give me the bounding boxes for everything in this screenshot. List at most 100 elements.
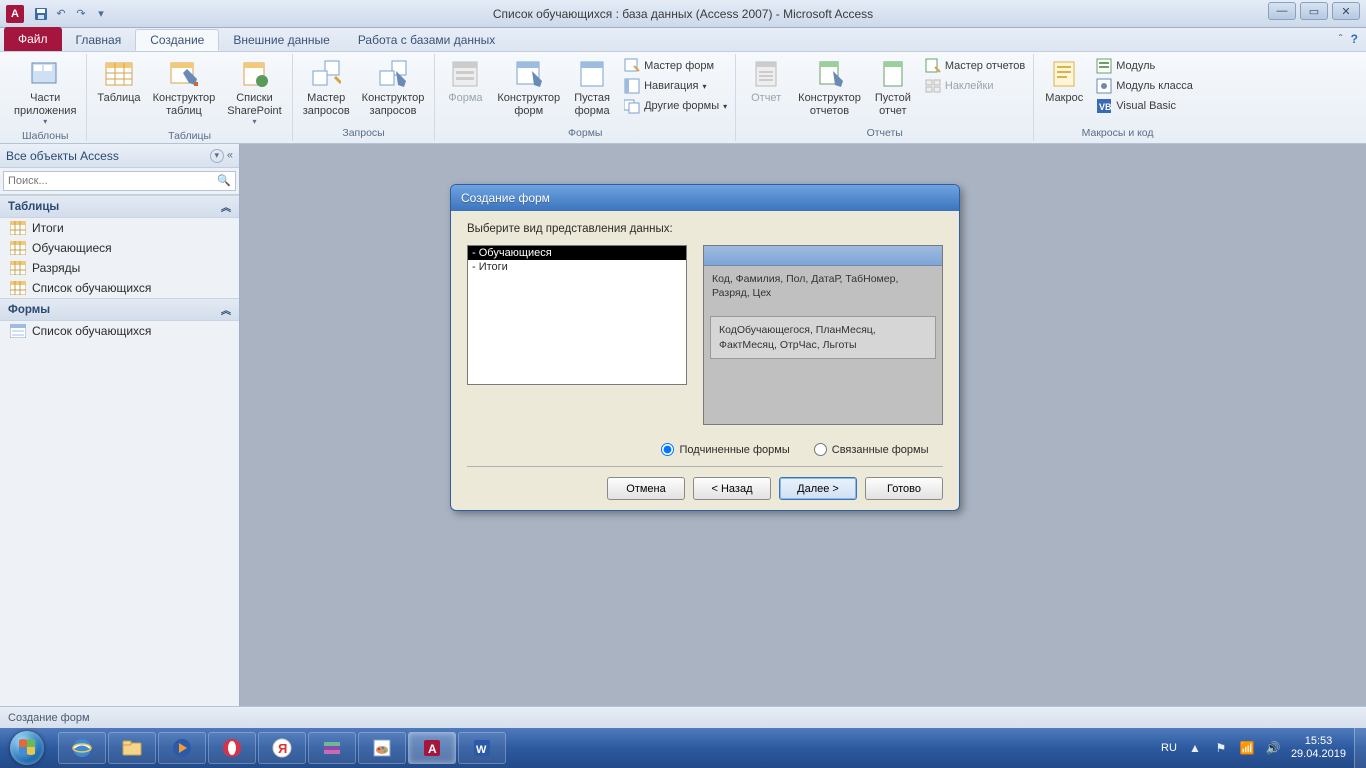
form-wizard-button[interactable]: Мастер форм [622,56,729,76]
tray-lang[interactable]: RU [1161,742,1177,754]
form-design-button[interactable]: Конструктор форм [493,56,564,125]
sharepoint-icon [239,58,271,90]
layout-preview: Код, Фамилия, Пол, ДатаР, ТабНомер, Разр… [703,245,943,425]
labels-button[interactable]: Наклейки [923,76,1027,96]
navigation-icon [624,78,640,94]
navigation-pane: Все объекты Access ▾ « 🔍 Таблицы︽ Итоги … [0,144,240,728]
tab-dbtools[interactable]: Работа с базами данных [344,29,509,51]
dialog-prompt: Выберите вид представления данных: [467,223,943,235]
minimize-ribbon-icon[interactable]: ˆ [1339,32,1343,46]
nav-group-forms[interactable]: Формы︽ [0,298,239,321]
blank-report-icon [877,58,909,90]
back-button[interactable]: < Назад [693,477,771,500]
next-button[interactable]: Далее > [779,477,857,500]
tray-network-icon[interactable]: 📶 [1239,740,1255,756]
minimize-button[interactable]: — [1268,2,1296,20]
table-button[interactable]: Таблица [93,56,144,128]
radio-subforms[interactable]: Подчиненные формы [661,443,789,456]
tray-clock[interactable]: 15:5329.04.2019 [1291,735,1346,760]
search-input[interactable] [3,171,236,191]
group-reports: Отчет Конструктор отчетов Пустой отчет М… [736,54,1034,141]
maximize-button[interactable]: ▭ [1300,2,1328,20]
nav-pane-header[interactable]: Все объекты Access ▾ « [0,144,239,168]
other-forms-button[interactable]: Другие формы ▾ [622,96,729,116]
taskbar-ie[interactable] [58,732,106,764]
tray-volume-icon[interactable]: 🔊 [1265,740,1281,756]
tab-home[interactable]: Главная [62,29,136,51]
nav-table-item[interactable]: Итоги [0,218,239,238]
redo-icon[interactable]: ↷ [72,5,90,23]
group-templates: Части приложения▾ Шаблоны [4,54,87,141]
query-design-icon [377,58,409,90]
taskbar-paint[interactable] [358,732,406,764]
report-wizard-button[interactable]: Мастер отчетов [923,56,1027,76]
svg-text:A: A [428,742,437,756]
taskbar-word[interactable]: W [458,732,506,764]
system-tray: RU ▲ ⚑ 📶 🔊 15:5329.04.2019 [1161,735,1354,760]
undo-icon[interactable]: ↶ [52,5,70,23]
qat-dropdown-icon[interactable]: ▾ [92,5,110,23]
taskbar-yandex[interactable]: Я [258,732,306,764]
nav-table-item[interactable]: Список обучающихся [0,278,239,298]
search-icon[interactable]: 🔍 [217,174,231,187]
tray-action-icon[interactable]: ⚑ [1213,740,1229,756]
table-icon [103,58,135,90]
list-item[interactable]: - Итоги [468,260,686,274]
tab-external[interactable]: Внешние данные [219,29,344,51]
visual-basic-button[interactable]: VBVisual Basic [1094,96,1195,116]
help-icon[interactable]: ? [1351,32,1358,46]
group-macros: Макрос Модуль Модуль класса VBVisual Bas… [1034,54,1201,141]
nav-form-item[interactable]: Список обучающихся [0,321,239,341]
show-desktop-button[interactable] [1354,728,1366,768]
taskbar-opera[interactable] [208,732,256,764]
data-view-listbox[interactable]: - Обучающиеся - Итоги [467,245,687,385]
vb-icon: VB [1096,98,1112,114]
blank-form-button[interactable]: Пустая форма [568,56,616,125]
table-design-icon [168,58,200,90]
save-icon[interactable] [32,5,50,23]
table-design-button[interactable]: Конструктор таблиц [149,56,220,128]
class-module-button[interactable]: Модуль класса [1094,76,1195,96]
cancel-button[interactable]: Отмена [607,477,685,500]
labels-icon [925,78,941,94]
table-object-icon [10,241,26,255]
app-parts-button[interactable]: Части приложения▾ [10,56,80,128]
form-button[interactable]: Форма [441,56,489,125]
nav-group-tables[interactable]: Таблицы︽ [0,195,239,218]
blank-report-button[interactable]: Пустой отчет [869,56,917,125]
macro-icon [1048,58,1080,90]
table-object-icon [10,221,26,235]
radio-linked[interactable]: Связанные формы [814,443,929,456]
sharepoint-lists-button[interactable]: Списки SharePoint▾ [223,56,285,128]
tray-flag-icon[interactable]: ▲ [1187,740,1203,756]
module-button[interactable]: Модуль [1094,56,1195,76]
group-tables: Таблица Конструктор таблиц Списки ShareP… [87,54,292,141]
query-wizard-button[interactable]: Мастер запросов [299,56,354,125]
navigation-button[interactable]: Навигация ▾ [622,76,729,96]
tab-create[interactable]: Создание [135,29,219,51]
taskbar-wmp[interactable] [158,732,206,764]
report-design-button[interactable]: Конструктор отчетов [794,56,865,125]
taskbar-winrar[interactable] [308,732,356,764]
macro-button[interactable]: Макрос [1040,56,1088,125]
nav-collapse-icon[interactable]: « [227,149,233,161]
blank-form-icon [576,58,608,90]
report-button[interactable]: Отчет [742,56,790,125]
nav-dropdown-icon[interactable]: ▾ [210,149,224,163]
svg-text:Я: Я [278,741,287,756]
title-bar: A ↶ ↷ ▾ Список обучающихся : база данных… [0,0,1366,28]
start-button[interactable] [0,728,54,768]
nav-table-item[interactable]: Обучающиеся [0,238,239,258]
tab-file[interactable]: Файл [4,27,62,51]
taskbar-access[interactable]: A [408,732,456,764]
query-design-button[interactable]: Конструктор запросов [358,56,429,125]
windows-orb-icon [10,731,44,765]
list-item[interactable]: - Обучающиеся [468,246,686,260]
close-button[interactable]: ✕ [1332,2,1360,20]
taskbar-explorer[interactable] [108,732,156,764]
preview-main-fields: Код, Фамилия, Пол, ДатаР, ТабНомер, Разр… [704,266,942,306]
finish-button[interactable]: Готово [865,477,943,500]
nav-table-item[interactable]: Разряды [0,258,239,278]
preview-header [704,246,942,266]
report-wizard-icon [925,58,941,74]
